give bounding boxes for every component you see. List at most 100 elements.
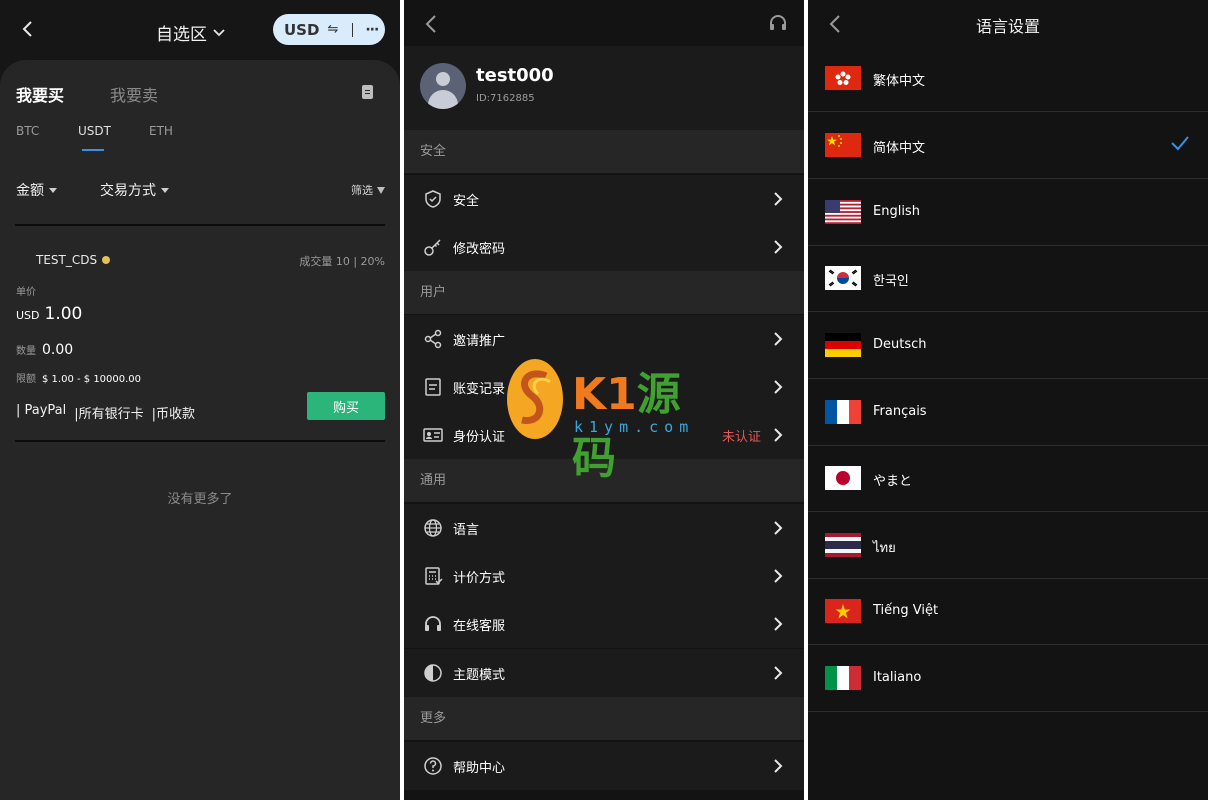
language-name: Deutsch bbox=[873, 337, 927, 352]
chevron-right-icon bbox=[774, 759, 783, 773]
verification-status: 未认证 bbox=[721, 429, 761, 445]
menu-label: 账变记录 bbox=[453, 381, 506, 397]
language-name: やまと bbox=[873, 474, 913, 489]
market-selector[interactable]: 自选区 bbox=[156, 20, 225, 45]
currency-pill[interactable]: USD ⇋ ··· bbox=[273, 14, 385, 45]
chevron-right-icon bbox=[774, 569, 783, 583]
chevron-down-icon bbox=[213, 28, 225, 36]
caret-down-icon bbox=[49, 187, 57, 193]
menu-label: 语言 bbox=[453, 522, 480, 538]
chevron-right-icon bbox=[774, 521, 783, 535]
chevron-right-icon bbox=[774, 617, 783, 631]
chevron-right-icon bbox=[774, 380, 783, 394]
menu-label: 安全 bbox=[453, 193, 480, 209]
menu-item-language[interactable]: 语言 bbox=[404, 504, 804, 552]
language-option[interactable]: Tiếng Việt bbox=[808, 579, 1208, 645]
funnel-icon bbox=[377, 186, 385, 194]
menu-item-theme[interactable]: 主题模式 bbox=[404, 649, 804, 697]
method-filter-label: 交易方式 bbox=[100, 183, 156, 199]
menu-label: 主题模式 bbox=[453, 667, 506, 683]
language-option[interactable]: 简体中文 bbox=[808, 113, 1208, 179]
swap-icon[interactable]: ⇋ bbox=[327, 22, 338, 37]
id-card-icon bbox=[423, 428, 443, 442]
back-arrow-icon[interactable] bbox=[424, 14, 438, 34]
language-option[interactable]: English bbox=[808, 180, 1208, 246]
thailand-flag-icon bbox=[825, 533, 861, 557]
language-option[interactable]: 한국인 bbox=[808, 246, 1208, 312]
coin-tab-usdt[interactable]: USDT bbox=[78, 124, 111, 138]
method-filter[interactable]: 交易方式 bbox=[100, 180, 169, 200]
korea-flag-icon bbox=[825, 266, 861, 290]
japan-flag-icon bbox=[825, 466, 861, 490]
username: test000 bbox=[476, 65, 554, 86]
user-profile[interactable]: test000 ID:7162885 bbox=[404, 46, 804, 130]
buy-button[interactable]: 购买 bbox=[307, 392, 385, 420]
menu-label: 邀请推广 bbox=[453, 333, 506, 349]
language-option[interactable]: やまと bbox=[808, 446, 1208, 512]
payment-method: | PayPal bbox=[16, 403, 67, 418]
tab-buy[interactable]: 我要买 bbox=[16, 82, 64, 106]
language-option[interactable]: 繁体中文 bbox=[808, 46, 1208, 112]
menu-item-pricing[interactable]: 计价方式 bbox=[404, 552, 804, 600]
amount-filter[interactable]: 金额 bbox=[16, 180, 57, 200]
currency-label: USD bbox=[284, 20, 320, 39]
trader-name[interactable]: TEST_CDS bbox=[36, 253, 111, 267]
coin-tab-btc[interactable]: BTC bbox=[16, 124, 39, 138]
user-id: ID:7162885 bbox=[476, 93, 535, 104]
limit-label: 限额 bbox=[16, 374, 36, 385]
amount-filter-label: 金额 bbox=[16, 183, 44, 199]
filter-button[interactable]: 筛选 bbox=[351, 182, 385, 198]
help-icon bbox=[424, 757, 442, 775]
menu-item-security[interactable]: 安全 bbox=[404, 175, 804, 223]
language-option[interactable]: Français bbox=[808, 380, 1208, 446]
page-title: 语言设置 bbox=[975, 17, 1040, 36]
language-name: ไทย bbox=[873, 541, 896, 556]
page-title: 自选区 bbox=[156, 25, 207, 45]
vietnam-flag-icon bbox=[825, 599, 861, 623]
limit: 限额 $ 1.00 - $ 10000.00 bbox=[16, 370, 141, 385]
quantity: 数量 0.00 bbox=[16, 342, 73, 358]
menu-label: 在线客服 bbox=[453, 618, 506, 634]
price-value: USD 1.00 bbox=[16, 304, 82, 324]
section-security: 安全 bbox=[404, 130, 804, 173]
hongkong-flag-icon bbox=[825, 66, 861, 90]
coin-tab-eth[interactable]: ETH bbox=[149, 124, 173, 138]
menu-label: 修改密码 bbox=[453, 241, 506, 257]
top-bar: 自选区 USD ⇋ ··· bbox=[0, 0, 400, 60]
trader-stats: 成交量 10 | 20% bbox=[299, 255, 385, 268]
theme-icon bbox=[424, 664, 442, 682]
p2p-market-screen: 自选区 USD ⇋ ··· 我要买 我要卖 BTC USDT ETH 金额 交易… bbox=[0, 0, 400, 800]
language-name: 繁体中文 bbox=[873, 74, 926, 89]
menu-item-invite[interactable]: 邀请推广 bbox=[404, 315, 804, 363]
tab-sell[interactable]: 我要卖 bbox=[110, 82, 158, 106]
header bbox=[404, 0, 804, 46]
language-name: Italiano bbox=[873, 670, 922, 685]
avatar-body bbox=[428, 90, 458, 109]
menu-item-customer-service[interactable]: 在线客服 bbox=[404, 600, 804, 648]
menu-item-help-center[interactable]: 帮助中心 bbox=[404, 742, 804, 790]
quantity-value: 0.00 bbox=[42, 342, 74, 358]
language-name: Français bbox=[873, 404, 927, 419]
headset-icon bbox=[425, 616, 441, 631]
verified-badge-icon bbox=[102, 256, 111, 264]
watermark-url: k1ym.com bbox=[574, 418, 695, 436]
headset-icon[interactable] bbox=[768, 13, 788, 33]
language-option[interactable]: Deutsch bbox=[808, 313, 1208, 379]
menu-item-change-password[interactable]: 修改密码 bbox=[404, 223, 804, 271]
more-icon[interactable]: ··· bbox=[365, 22, 379, 38]
payment-method: |所有银行卡 bbox=[74, 407, 144, 422]
calculator-icon bbox=[425, 567, 443, 585]
orders-document-icon[interactable] bbox=[362, 85, 373, 99]
document-icon bbox=[425, 378, 441, 396]
active-coin-indicator bbox=[82, 149, 104, 151]
italy-flag-icon bbox=[825, 666, 861, 690]
language-option[interactable]: ไทย bbox=[808, 513, 1208, 579]
no-more-text: 没有更多了 bbox=[167, 492, 233, 507]
watermark-logo-icon bbox=[507, 359, 563, 439]
share-icon bbox=[424, 329, 442, 349]
language-option[interactable]: Italiano bbox=[808, 646, 1208, 712]
language-settings-screen: 语言设置 繁体中文 简体中文 English 한국인 Deutsch Franç… bbox=[808, 0, 1208, 800]
back-arrow-icon[interactable] bbox=[18, 18, 38, 40]
menu-label: 计价方式 bbox=[453, 570, 506, 586]
avatar bbox=[420, 63, 466, 109]
